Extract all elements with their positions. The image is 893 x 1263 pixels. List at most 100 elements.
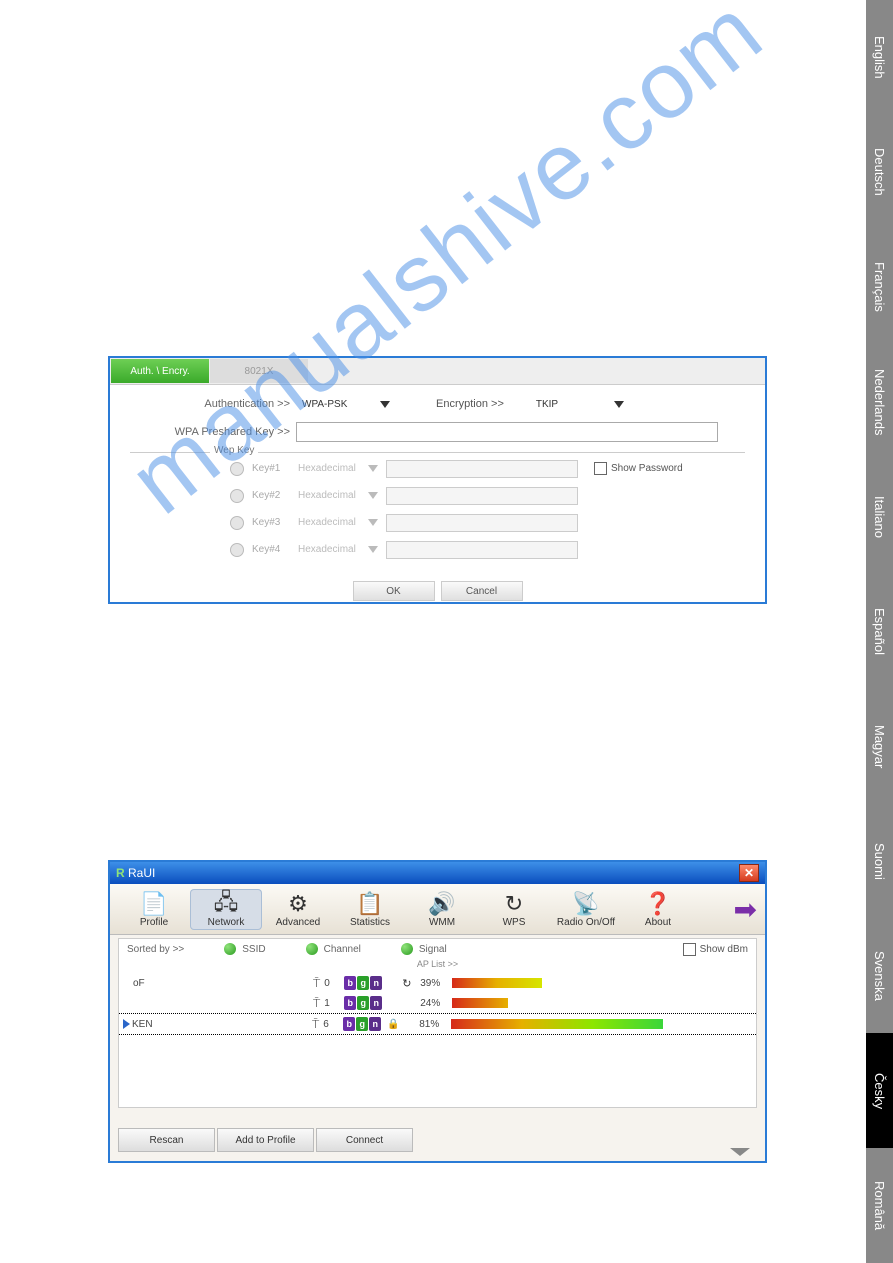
psk-input[interactable] (296, 422, 718, 442)
wep-key4-type-select[interactable]: Hexadecimal (298, 544, 378, 555)
ap-row[interactable]: ⍑ 1 bgn 24% (119, 993, 756, 1013)
antenna-icon: ⍑ (312, 1017, 319, 1032)
lang-tab-svenska[interactable]: Svenska (866, 919, 893, 1034)
sort-signal-label: Signal (419, 944, 447, 955)
signal-pct: 39% (420, 978, 452, 989)
authentication-select[interactable]: WPA-PSK (296, 395, 396, 413)
add-to-profile-button[interactable]: Add to Profile (217, 1128, 314, 1152)
ap-channel: 1 (324, 998, 344, 1009)
toolbar: 📄Profile 🖧Network ⚙Advanced 📋Statistics … (110, 884, 765, 935)
lang-tab-suomi[interactable]: Suomi (866, 804, 893, 919)
toolbar-advanced[interactable]: ⚙Advanced (262, 889, 334, 930)
play-icon (123, 1019, 130, 1029)
close-icon: ✕ (744, 866, 754, 880)
toolbar-profile-label: Profile (140, 917, 168, 928)
next-arrow-icon[interactable]: ➡ (734, 893, 757, 926)
network-icon: 🖧 (214, 891, 239, 917)
lang-tab-magyar[interactable]: Magyar (866, 689, 893, 804)
wep-key1-type: Hexadecimal (298, 463, 356, 474)
lock-icon: 🔒 (387, 1019, 401, 1030)
wep-key2-input[interactable] (386, 487, 578, 505)
chevron-down-icon (380, 401, 390, 408)
wep-key4-radio[interactable] (230, 543, 244, 557)
sort-ssid-label: SSID (242, 944, 265, 955)
ap-list: oF ⍑ 0 bgn ↻ 39% ⍑ 1 bgn 24% KEN ⍑ 6 bgn (118, 973, 757, 1108)
connect-button[interactable]: Connect (316, 1128, 413, 1152)
close-button[interactable]: ✕ (739, 864, 759, 882)
chevron-down-icon (614, 401, 624, 408)
toolbar-radio[interactable]: 📡Radio On/Off (550, 889, 622, 930)
toolbar-wps[interactable]: ↻WPS (478, 889, 550, 930)
tab-8021x[interactable]: 8021X (210, 359, 308, 383)
toolbar-wps-label: WPS (503, 917, 526, 928)
mode-badges: bgn (343, 1017, 381, 1031)
ok-button[interactable]: OK (353, 581, 435, 601)
radio-icon (224, 943, 236, 955)
lang-tab-deutsch[interactable]: Deutsch (866, 115, 893, 230)
tab-auth-encry[interactable]: Auth. \ Encry. (111, 359, 209, 383)
wep-key1-type-select[interactable]: Hexadecimal (298, 463, 378, 474)
authentication-value: WPA-PSK (302, 399, 347, 410)
wep-key4-input[interactable] (386, 541, 578, 559)
wep-legend: Wep Key (210, 445, 258, 456)
toolbar-network-label: Network (208, 917, 245, 928)
wep-key1-label: Key#1 (252, 463, 298, 474)
toolbar-radio-label: Radio On/Off (557, 917, 615, 928)
encryption-label: Encryption >> (436, 398, 510, 410)
wep-key3-radio[interactable] (230, 516, 244, 530)
ap-row[interactable]: KEN ⍑ 6 bgn 🔒 81% (119, 1013, 756, 1035)
chevron-down-icon (368, 519, 378, 526)
title-prefix-icon: R (116, 866, 125, 880)
toolbar-profile[interactable]: 📄Profile (118, 889, 190, 930)
lang-tab-romana[interactable]: Română (866, 1148, 893, 1263)
expand-toggle[interactable] (729, 1147, 751, 1157)
wep-key2-type-select[interactable]: Hexadecimal (298, 490, 378, 501)
lang-tab-espanol[interactable]: Español (866, 574, 893, 689)
ap-channel: 0 (324, 978, 344, 989)
encryption-select[interactable]: TKIP (530, 395, 630, 413)
aplist-header: AP List >> (118, 959, 757, 973)
wep-key3-label: Key#3 (252, 517, 298, 528)
ap-row[interactable]: oF ⍑ 0 bgn ↻ 39% (119, 973, 756, 993)
rescan-button[interactable]: Rescan (118, 1128, 215, 1152)
titlebar: R RaUI ✕ (110, 862, 765, 884)
raui-window: R RaUI ✕ 📄Profile 🖧Network ⚙Advanced 📋St… (108, 860, 767, 1163)
sort-signal[interactable]: Signal (401, 943, 447, 955)
sort-ssid[interactable]: SSID (224, 943, 265, 955)
lang-tab-francais[interactable]: Français (866, 230, 893, 345)
auth-encry-panel: Auth. \ Encry. 8021X Authentication >> W… (108, 356, 767, 604)
radio-icon (306, 943, 318, 955)
sort-channel[interactable]: Channel (306, 943, 361, 955)
authentication-label: Authentication >> (130, 398, 296, 410)
checkbox-icon (683, 943, 696, 956)
toolbar-wmm[interactable]: 🔊WMM (406, 889, 478, 930)
wep-key3-type-select[interactable]: Hexadecimal (298, 517, 378, 528)
cancel-button[interactable]: Cancel (441, 581, 523, 601)
wep-key2-radio[interactable] (230, 489, 244, 503)
signal-bar (452, 978, 542, 988)
wep-key1-input[interactable] (386, 460, 578, 478)
antenna-icon: ⍑ (313, 976, 320, 991)
show-dbm-checkbox[interactable]: Show dBm (683, 943, 748, 956)
toolbar-network[interactable]: 🖧Network (190, 889, 262, 930)
chevron-down-icon (730, 1148, 750, 1156)
lang-tab-nederlands[interactable]: Nederlands (866, 344, 893, 459)
show-password-checkbox[interactable]: Show Password (594, 462, 683, 475)
chevron-down-icon (368, 546, 378, 553)
encryption-value: TKIP (536, 399, 558, 410)
lang-tab-italiano[interactable]: Italiano (866, 459, 893, 574)
antenna-icon: ⍑ (313, 996, 320, 1011)
toolbar-wmm-label: WMM (429, 917, 455, 928)
toolbar-about[interactable]: ❓About (622, 889, 694, 930)
sorted-by-label: Sorted by >> (127, 944, 184, 955)
toolbar-statistics[interactable]: 📋Statistics (334, 889, 406, 930)
wep-key1-radio[interactable] (230, 462, 244, 476)
lang-tab-english[interactable]: English (866, 0, 893, 115)
wps-icon: ↻ (505, 891, 523, 917)
lang-tab-cesky[interactable]: Česky (866, 1033, 893, 1148)
signal-pct: 24% (420, 998, 452, 1009)
chevron-down-icon (368, 465, 378, 472)
signal-bar (452, 998, 508, 1008)
wep-key3-input[interactable] (386, 514, 578, 532)
mode-badges: bgn (344, 996, 382, 1010)
